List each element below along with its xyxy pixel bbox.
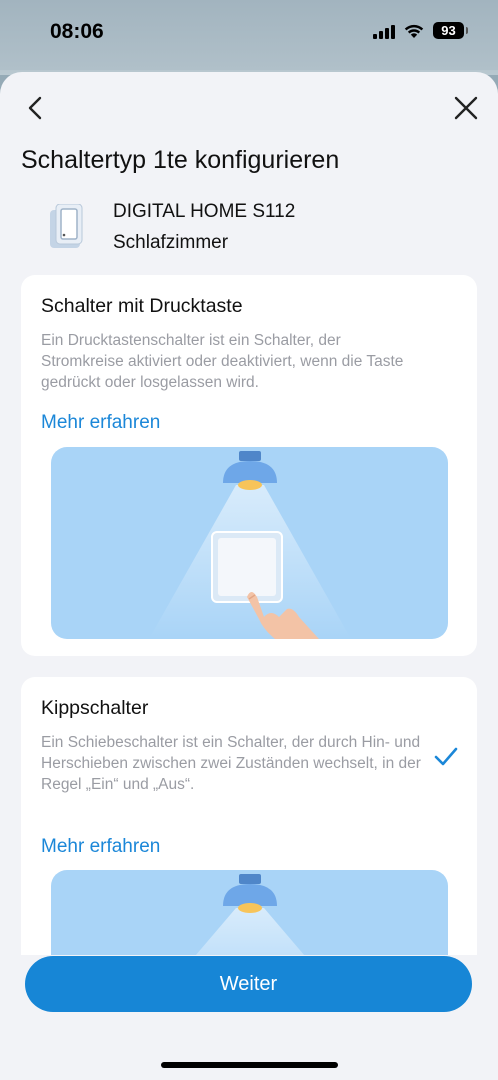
option-description: Ein Schiebeschalter ist ein Schalter, de… (41, 734, 421, 793)
switch-device-icon (50, 204, 83, 248)
status-bar: 08:06 93 (0, 0, 498, 70)
device-room: Schlafzimmer (113, 232, 229, 253)
option-title: Kippschalter (41, 697, 149, 719)
configuration-sheet: Schaltertyp 1te konfigurieren DIGITAL HO… (0, 72, 498, 1080)
learn-more-link[interactable]: Mehr erfahren (41, 836, 160, 858)
device-info: DIGITAL HOME S112 Schlafzimmer (46, 198, 446, 258)
toggle-switch-illustration (51, 870, 448, 955)
learn-more-link[interactable]: Mehr erfahren (41, 412, 160, 434)
next-button[interactable]: Weiter (25, 956, 472, 1012)
page-title: Schaltertyp 1te konfigurieren (21, 146, 340, 174)
status-icons: 93 (373, 22, 468, 39)
battery-icon: 93 (433, 22, 468, 39)
option-card-push-button[interactable]: Schalter mit Drucktaste Ein Drucktastens… (21, 275, 477, 656)
push-button-switch-illustration (51, 447, 448, 639)
switch-type-options[interactable]: Schalter mit Drucktaste Ein Drucktastens… (0, 275, 498, 955)
home-indicator (161, 1062, 338, 1068)
status-time: 08:06 (50, 20, 104, 43)
battery-level: 93 (441, 23, 456, 38)
chevron-left-icon[interactable] (22, 94, 50, 122)
option-card-toggle-switch[interactable]: Kippschalter Ein Schiebeschalter ist ein… (21, 677, 477, 955)
device-name: DIGITAL HOME S112 (113, 201, 296, 222)
close-icon[interactable] (452, 94, 480, 122)
wifi-icon (404, 24, 424, 38)
option-title: Schalter mit Drucktaste (41, 295, 243, 317)
signal-icon (373, 23, 395, 39)
checkmark-icon (434, 747, 458, 766)
option-description: Ein Drucktastenschalter ist ein Schalter… (41, 332, 404, 391)
